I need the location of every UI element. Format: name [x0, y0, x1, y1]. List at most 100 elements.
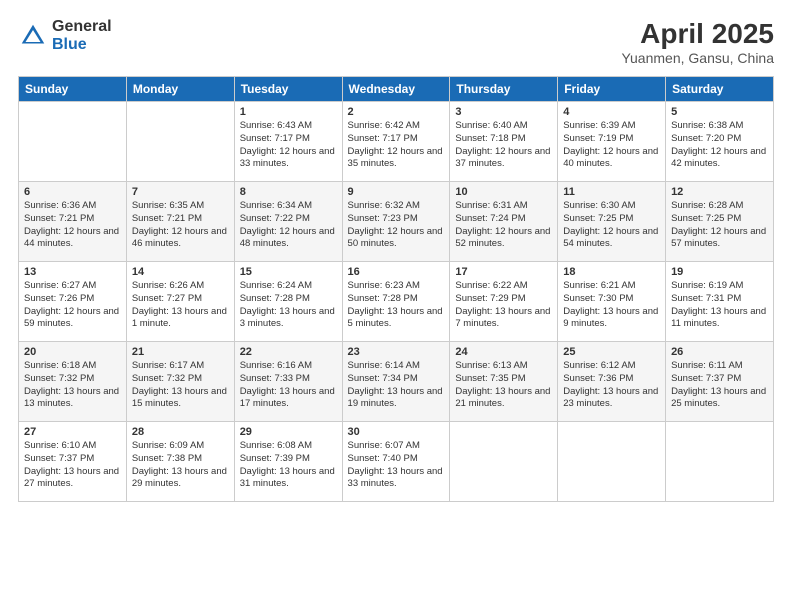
calendar-cell: 3Sunrise: 6:40 AM Sunset: 7:18 PM Daylig…: [450, 102, 558, 182]
col-saturday: Saturday: [666, 77, 774, 102]
calendar-cell: 16 Sunrise: 6:23 AM Sunset: 7:28 PM Dayli…: [342, 262, 450, 342]
day-number: 12: [671, 186, 768, 198]
calendar-cell: 28Sunrise: 6:09 AM Sunset: 7:38 PM Dayli…: [126, 422, 234, 502]
logo: General Blue: [18, 18, 112, 53]
day-number: 4: [563, 106, 660, 118]
day-number: 30: [348, 426, 445, 438]
calendar-cell: 13 Sunrise: 6:27 AM Sunset: 7:26 PM Dayli…: [19, 262, 127, 342]
day-info: Sunrise: 6:42 AM Sunset: 7:17 PM Dayligh…: [348, 120, 445, 171]
day-number: 20: [24, 346, 121, 358]
day-number: 9: [348, 186, 445, 198]
logo-general: General: [52, 18, 112, 35]
day-number: 29: [240, 426, 337, 438]
day-info: Sunrise: 6:31 AM Sunset: 7:24 PM Dayligh…: [455, 200, 552, 251]
calendar-cell: 15 Sunrise: 6:24 AM Sunset: 7:28 PM Dayli…: [234, 262, 342, 342]
calendar-cell: 26 Sunrise: 6:11 AM Sunset: 7:37 PM Dayli…: [666, 342, 774, 422]
calendar-cell: 4 Sunrise: 6:39 AM Sunset: 7:19 PM Daylig…: [558, 102, 666, 182]
calendar-cell: 12Sunrise: 6:28 AM Sunset: 7:25 PM Dayli…: [666, 182, 774, 262]
calendar-cell: 11 Sunrise: 6:30 AM Sunset: 7:25 PM Dayli…: [558, 182, 666, 262]
page: General Blue April 2025 Yuanmen, Gansu, …: [0, 0, 792, 612]
calendar-cell: 24Sunrise: 6:13 AM Sunset: 7:35 PM Dayli…: [450, 342, 558, 422]
day-info: Sunrise: 6:35 AM Sunset: 7:21 PM Dayligh…: [132, 200, 229, 251]
day-number: 15: [240, 266, 337, 278]
day-number: 2: [348, 106, 445, 118]
day-info: Sunrise: 6:36 AM Sunset: 7:21 PM Dayligh…: [24, 200, 121, 251]
day-info: Sunrise: 6:08 AM Sunset: 7:39 PM Dayligh…: [240, 440, 337, 491]
calendar-cell: [450, 422, 558, 502]
day-number: 24: [455, 346, 552, 358]
day-info: Sunrise: 6:34 AM Sunset: 7:22 PM Dayligh…: [240, 200, 337, 251]
calendar-week-4: 27 Sunrise: 6:10 AM Sunset: 7:37 PM Dayli…: [19, 422, 774, 502]
col-thursday: Thursday: [450, 77, 558, 102]
calendar-cell: 14 Sunrise: 6:26 AM Sunset: 7:27 PM Dayli…: [126, 262, 234, 342]
day-info: Sunrise: 6:32 AM Sunset: 7:23 PM Dayligh…: [348, 200, 445, 251]
day-number: 18: [563, 266, 660, 278]
location: Yuanmen, Gansu, China: [621, 50, 774, 66]
calendar-cell: 23Sunrise: 6:14 AM Sunset: 7:34 PM Dayli…: [342, 342, 450, 422]
day-number: 5: [671, 106, 768, 118]
title-block: April 2025 Yuanmen, Gansu, China: [621, 18, 774, 66]
day-info: Sunrise: 6:26 AM Sunset: 7:27 PM Dayligh…: [132, 280, 229, 331]
logo-icon: [18, 21, 48, 51]
calendar-cell: 18 Sunrise: 6:21 AM Sunset: 7:30 PM Dayli…: [558, 262, 666, 342]
day-number: 14: [132, 266, 229, 278]
col-tuesday: Tuesday: [234, 77, 342, 102]
day-info: Sunrise: 6:30 AM Sunset: 7:25 PM Dayligh…: [563, 200, 660, 251]
calendar-cell: 19 Sunrise: 6:19 AM Sunset: 7:31 PM Dayli…: [666, 262, 774, 342]
calendar-cell: [126, 102, 234, 182]
day-info: Sunrise: 6:23 AM Sunset: 7:28 PM Dayligh…: [348, 280, 445, 331]
calendar-cell: 5Sunrise: 6:38 AM Sunset: 7:20 PM Daylig…: [666, 102, 774, 182]
day-info: Sunrise: 6:07 AM Sunset: 7:40 PM Dayligh…: [348, 440, 445, 491]
calendar-cell: 8 Sunrise: 6:34 AM Sunset: 7:22 PM Daylig…: [234, 182, 342, 262]
day-info: Sunrise: 6:10 AM Sunset: 7:37 PM Dayligh…: [24, 440, 121, 491]
day-info: Sunrise: 6:21 AM Sunset: 7:30 PM Dayligh…: [563, 280, 660, 331]
calendar-cell: 20 Sunrise: 6:18 AM Sunset: 7:32 PM Dayli…: [19, 342, 127, 422]
day-number: 25: [563, 346, 660, 358]
day-info: Sunrise: 6:18 AM Sunset: 7:32 PM Dayligh…: [24, 360, 121, 411]
col-sunday: Sunday: [19, 77, 127, 102]
logo-blue: Blue: [52, 36, 87, 53]
day-number: 19: [671, 266, 768, 278]
day-info: Sunrise: 6:19 AM Sunset: 7:31 PM Dayligh…: [671, 280, 768, 331]
calendar-cell: 9 Sunrise: 6:32 AM Sunset: 7:23 PM Daylig…: [342, 182, 450, 262]
day-info: Sunrise: 6:16 AM Sunset: 7:33 PM Dayligh…: [240, 360, 337, 411]
day-info: Sunrise: 6:39 AM Sunset: 7:19 PM Dayligh…: [563, 120, 660, 171]
day-info: Sunrise: 6:24 AM Sunset: 7:28 PM Dayligh…: [240, 280, 337, 331]
day-info: Sunrise: 6:11 AM Sunset: 7:37 PM Dayligh…: [671, 360, 768, 411]
month-year: April 2025: [621, 18, 774, 50]
calendar-week-0: 1Sunrise: 6:43 AM Sunset: 7:17 PM Daylig…: [19, 102, 774, 182]
calendar-cell: 2 Sunrise: 6:42 AM Sunset: 7:17 PM Daylig…: [342, 102, 450, 182]
logo-text: General Blue: [52, 18, 112, 53]
day-number: 27: [24, 426, 121, 438]
day-info: Sunrise: 6:12 AM Sunset: 7:36 PM Dayligh…: [563, 360, 660, 411]
day-number: 28: [132, 426, 229, 438]
day-info: Sunrise: 6:17 AM Sunset: 7:32 PM Dayligh…: [132, 360, 229, 411]
calendar-week-1: 6Sunrise: 6:36 AM Sunset: 7:21 PM Daylig…: [19, 182, 774, 262]
day-number: 17: [455, 266, 552, 278]
col-friday: Friday: [558, 77, 666, 102]
day-number: 7: [132, 186, 229, 198]
day-number: 16: [348, 266, 445, 278]
day-number: 1: [240, 106, 337, 118]
day-number: 13: [24, 266, 121, 278]
day-number: 21: [132, 346, 229, 358]
day-number: 11: [563, 186, 660, 198]
day-info: Sunrise: 6:22 AM Sunset: 7:29 PM Dayligh…: [455, 280, 552, 331]
calendar-cell: 10 Sunrise: 6:31 AM Sunset: 7:24 PM Dayli…: [450, 182, 558, 262]
calendar-cell: [558, 422, 666, 502]
day-info: Sunrise: 6:40 AM Sunset: 7:18 PM Dayligh…: [455, 120, 552, 171]
calendar-cell: 22 Sunrise: 6:16 AM Sunset: 7:33 PM Dayli…: [234, 342, 342, 422]
day-number: 26: [671, 346, 768, 358]
calendar-week-3: 20 Sunrise: 6:18 AM Sunset: 7:32 PM Dayli…: [19, 342, 774, 422]
day-number: 22: [240, 346, 337, 358]
calendar-cell: 7 Sunrise: 6:35 AM Sunset: 7:21 PM Daylig…: [126, 182, 234, 262]
calendar-cell: [19, 102, 127, 182]
day-number: 23: [348, 346, 445, 358]
calendar-cell: 29 Sunrise: 6:08 AM Sunset: 7:39 PM Dayli…: [234, 422, 342, 502]
calendar-cell: 6Sunrise: 6:36 AM Sunset: 7:21 PM Daylig…: [19, 182, 127, 262]
day-number: 8: [240, 186, 337, 198]
day-number: 10: [455, 186, 552, 198]
day-info: Sunrise: 6:27 AM Sunset: 7:26 PM Dayligh…: [24, 280, 121, 331]
calendar-cell: 25 Sunrise: 6:12 AM Sunset: 7:36 PM Dayli…: [558, 342, 666, 422]
calendar-cell: 17 Sunrise: 6:22 AM Sunset: 7:29 PM Dayli…: [450, 262, 558, 342]
